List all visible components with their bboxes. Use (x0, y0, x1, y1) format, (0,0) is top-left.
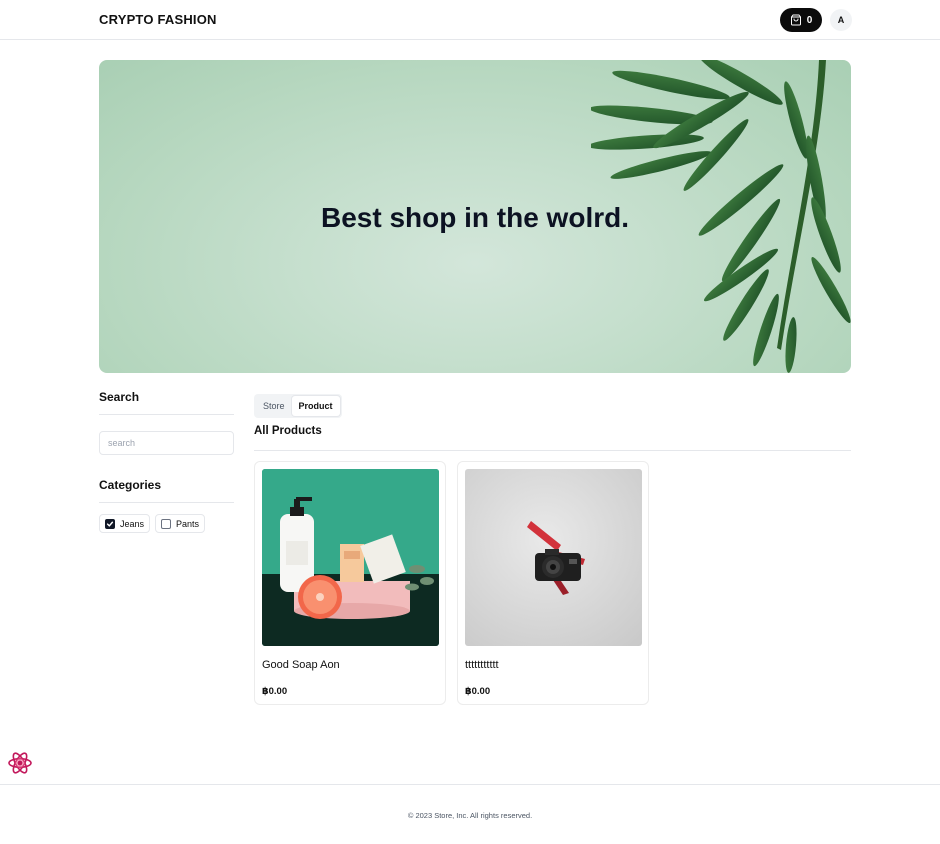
product-name: ttttttttttt (465, 659, 499, 671)
tab-store[interactable]: Store (256, 396, 292, 416)
categories-section: Categories (99, 478, 234, 503)
product-card[interactable]: ttttttttttt ฿0.00 (457, 461, 649, 705)
product-price: ฿0.00 (262, 686, 288, 697)
shopping-bag-icon (790, 14, 802, 26)
checkbox-checked-icon[interactable] (105, 518, 115, 529)
top-navbar: CRYPTO FASHION 0 A (0, 0, 940, 40)
category-label: Pants (176, 518, 200, 529)
product-card[interactable]: Good Soap Aon ฿0.00 (254, 461, 446, 705)
hero-banner: Best shop in the wolrd. (99, 60, 851, 373)
search-heading: Search (99, 390, 140, 404)
category-pants[interactable]: Pants (155, 514, 206, 533)
category-jeans[interactable]: Jeans (99, 514, 151, 533)
categories-heading: Categories (99, 478, 162, 492)
product-name: Good Soap Aon (262, 659, 340, 671)
brand-logo[interactable]: CRYPTO FASHION (99, 12, 217, 27)
divider (254, 450, 851, 451)
product-price: ฿0.00 (465, 686, 491, 697)
category-list: Jeans Pants (99, 514, 206, 533)
react-devtools-icon[interactable] (7, 750, 33, 776)
divider (99, 502, 234, 503)
user-avatar[interactable]: A (830, 9, 852, 31)
cart-button[interactable]: 0 (780, 8, 822, 32)
product-image-camera (465, 469, 642, 646)
tab-product[interactable]: Product (291, 396, 340, 416)
category-label: Jeans (120, 518, 145, 529)
divider (99, 414, 234, 415)
product-area: Store Product All Products Good Soap Aon… (254, 394, 851, 705)
page-footer: © 2023 Store, Inc. All rights reserved. (0, 784, 940, 844)
product-image-soap (262, 469, 439, 646)
hero-title: Best shop in the wolrd. (320, 202, 629, 233)
search-input[interactable] (99, 431, 234, 455)
view-tabs: Store Product (254, 394, 342, 418)
cart-count: 0 (806, 14, 813, 26)
section-title: All Products (254, 425, 322, 437)
filter-sidebar: Search Categories Jeans Pants (99, 390, 234, 533)
copyright-text: © 2023 Store, Inc. All rights reserved. (407, 811, 533, 820)
checkbox-unchecked-icon[interactable] (161, 518, 172, 529)
